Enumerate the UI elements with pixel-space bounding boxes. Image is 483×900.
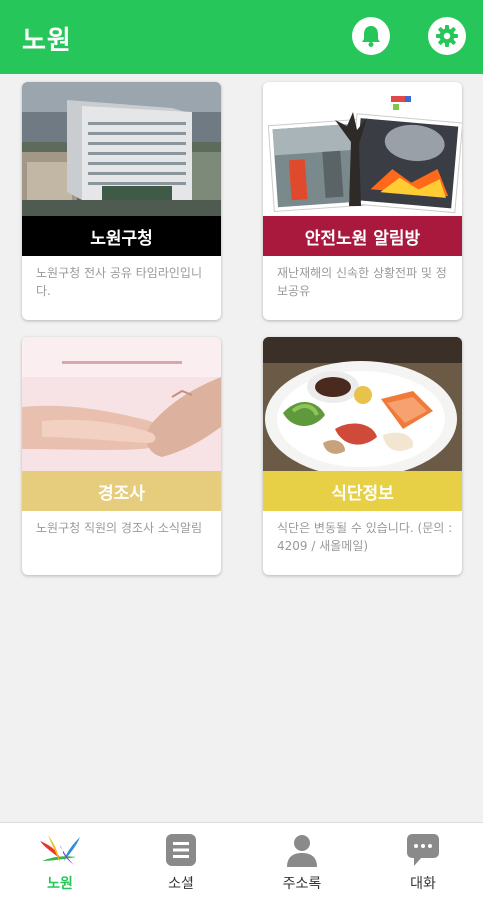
gear-icon	[436, 25, 458, 47]
card-description: 식단은 변동될 수 있습니다. (문의 : 4209 / 새올메일)	[277, 521, 453, 553]
card-title: 안전노원 알림방	[263, 216, 462, 256]
person-icon	[287, 835, 317, 867]
nav-label: 소셜	[168, 876, 194, 892]
app-title: 노원	[22, 26, 72, 56]
bell-icon	[362, 26, 380, 47]
chat-bubble-icon	[407, 834, 439, 866]
buffet-plate-photo	[263, 337, 462, 471]
card-description: 재난재해의 신속한 상황전파 및 정보공유	[277, 266, 447, 298]
nav-label: 노원	[47, 876, 73, 892]
nav-tab-nowon[interactable]: 노원	[0, 823, 120, 900]
card-title: 식단정보	[263, 471, 462, 511]
nav-tab-chat[interactable]: 대화	[363, 823, 483, 900]
card-title: 경조사	[22, 471, 221, 511]
card-family-events[interactable]: 경조사 노원구청 직원의 경조사 소식알림	[22, 337, 221, 575]
nav-tab-contacts[interactable]: 주소록	[242, 823, 362, 900]
office-building-photo	[22, 82, 221, 216]
holding-hands-photo	[22, 337, 221, 471]
disaster-collage-photo	[263, 82, 462, 216]
app-header: 노원	[0, 0, 483, 74]
document-icon	[166, 834, 196, 866]
nowon-logo-icon	[40, 835, 80, 865]
card-description: 노원구청 전사 공유 타임라인입니다.	[36, 266, 203, 298]
nav-label: 주소록	[282, 876, 322, 892]
nav-tab-social[interactable]: 소셜	[121, 823, 241, 900]
notifications-button[interactable]	[352, 17, 390, 55]
card-description: 노원구청 직원의 경조사 소식알림	[36, 521, 203, 535]
settings-button[interactable]	[428, 17, 466, 55]
nav-label: 대화	[410, 876, 436, 892]
bottom-navigation: 노원 소셜 주소록 대화	[0, 822, 483, 900]
card-nowon-office[interactable]: 노원구청 노원구청 전사 공유 타임라인입니다.	[22, 82, 221, 320]
card-safety-alert[interactable]: 안전노원 알림방 재난재해의 신속한 상황전파 및 정보공유	[263, 82, 462, 320]
card-meal-menu[interactable]: 식단정보 식단은 변동될 수 있습니다. (문의 : 4209 / 새올메일)	[263, 337, 462, 575]
card-title: 노원구청	[22, 216, 221, 256]
